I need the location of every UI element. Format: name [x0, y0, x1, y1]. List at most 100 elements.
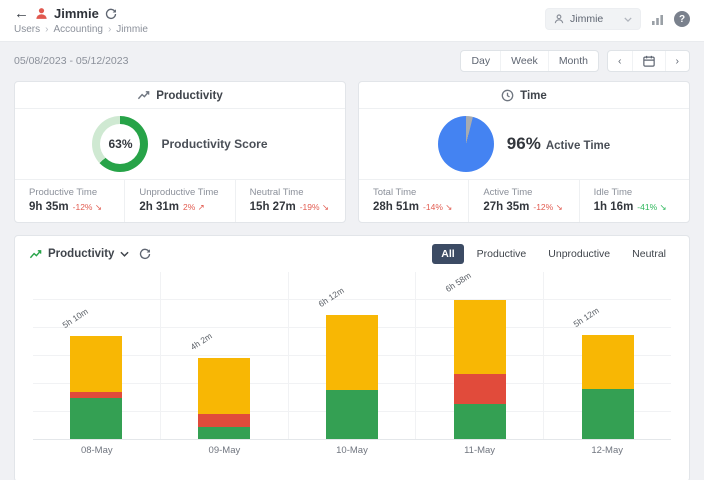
user-select[interactable]: Jimmie: [545, 8, 641, 30]
chevron-down-icon: [120, 251, 130, 257]
productivity-stats: Productive Time 9h 35m -12% ↘ Unproducti…: [15, 179, 345, 222]
stat-value: 28h 51m: [373, 201, 420, 213]
trend-arrow-icon: ↘: [555, 202, 563, 212]
bar-segment-productive[interactable]: [581, 389, 634, 439]
bar-total-label: 5h 10m: [60, 305, 90, 330]
chevron-down-icon: [624, 16, 632, 22]
next-date-button[interactable]: ›: [664, 51, 690, 71]
stat-delta: -12% ↘: [72, 202, 102, 212]
bar-total-label: 6h 58m: [443, 269, 474, 294]
stat-delta: -41% ↘: [637, 202, 667, 212]
chart-column: 4h 2m: [159, 272, 288, 439]
trend-up-icon: [29, 249, 42, 258]
view-switcher: Day Week Month: [460, 50, 599, 72]
chart-column: 5h 10m: [33, 272, 160, 439]
bar-segment-neutral[interactable]: [198, 358, 251, 414]
bar-total-label: 6h 12m: [316, 285, 346, 309]
stacked-bar-09-may[interactable]: [198, 358, 251, 439]
refresh-icon[interactable]: [105, 8, 117, 20]
stat-delta: -19% ↘: [299, 202, 330, 212]
stat-value: 2h 31m: [139, 201, 179, 213]
breadcrumb-accounting[interactable]: Accounting: [53, 24, 102, 35]
x-axis-label: 10-May: [336, 445, 368, 456]
date-toolbar: 05/08/2023 - 05/12/2023 Day Week Month ‹…: [14, 50, 690, 72]
activity-chart-icon[interactable]: [651, 13, 664, 26]
trend-arrow-icon: ↘: [321, 202, 330, 212]
trend-arrow-icon: ↘: [94, 202, 102, 212]
chart-metric-select[interactable]: Productivity: [29, 248, 130, 261]
help-icon[interactable]: ?: [674, 11, 690, 27]
stat-value: 27h 35m: [483, 201, 530, 213]
breadcrumb-users[interactable]: Users: [14, 24, 40, 35]
trend-arrow-icon: ↗: [197, 202, 205, 212]
tab-all[interactable]: All: [432, 244, 464, 264]
stat-value: 15h 27m: [249, 201, 296, 213]
stacked-bar-11-may[interactable]: [453, 299, 506, 439]
bar-segment-neutral[interactable]: [70, 335, 123, 392]
bar-segment-unproductive[interactable]: [198, 414, 251, 427]
stat-total-time: Total Time 28h 51m -14% ↘: [359, 180, 468, 222]
chart-column: 6h 58m: [415, 269, 543, 439]
chart-refresh-icon[interactable]: [139, 248, 151, 260]
bar-segment-productive[interactable]: [70, 398, 123, 439]
view-week-button[interactable]: Week: [500, 51, 548, 71]
user-select-value: Jimmie: [570, 13, 604, 25]
bar-total-label: 4h 2m: [188, 331, 214, 353]
stat-label: Unproductive Time: [139, 187, 219, 198]
x-axis-label: 12-May: [591, 445, 624, 456]
bar-segment-unproductive[interactable]: [453, 374, 506, 404]
stat-delta: -14% ↘: [423, 202, 453, 212]
breadcrumb-jimmie[interactable]: Jimmie: [116, 24, 148, 35]
stat-neutral-time: Neutral Time 15h 27m -19% ↘: [234, 180, 345, 222]
main-content: 05/08/2023 - 05/12/2023 Day Week Month ‹…: [0, 42, 704, 480]
bar-segment-productive[interactable]: [453, 404, 506, 439]
bar-segment-neutral[interactable]: [453, 299, 506, 374]
breadcrumb-separator: ›: [107, 24, 112, 35]
stat-value: 9h 35m: [29, 201, 69, 213]
back-icon[interactable]: ←: [14, 6, 29, 21]
trend-arrow-icon: ↘: [445, 202, 453, 212]
stacked-bar-12-may[interactable]: [581, 335, 634, 439]
chart-filter-tabs: All Productive Unproductive Neutral: [432, 244, 675, 264]
bar-segment-neutral[interactable]: [325, 315, 378, 390]
stacked-bar-08-may[interactable]: [70, 335, 123, 439]
breadcrumb-separator: ›: [45, 24, 49, 35]
active-time-label: Active Time: [545, 140, 611, 152]
trend-up-icon: [138, 91, 150, 100]
bar-segment-productive[interactable]: [325, 390, 378, 439]
active-time-percent: 96%: [506, 134, 541, 153]
stat-delta: 2% ↗: [182, 202, 205, 212]
chart-column: 6h 12m: [287, 272, 416, 439]
x-axis-label: 08-May: [80, 445, 113, 456]
tab-neutral[interactable]: Neutral: [623, 244, 675, 264]
bar-total-label: 5h 12m: [571, 305, 601, 329]
chart-plot: 5h 10m 4h 2m 6h 12m 6h 58m 5h 12m: [33, 269, 671, 440]
tab-unproductive[interactable]: Unproductive: [539, 244, 619, 264]
stat-value: 1h 16m: [593, 201, 634, 213]
productivity-chart-card: Productivity All Productive Unproductive…: [14, 235, 690, 480]
productivity-score-label: Productivity Score: [161, 137, 268, 151]
chart-column: 5h 12m: [543, 272, 671, 439]
chart-metric-label: Productivity: [48, 248, 115, 260]
bar-segment-neutral[interactable]: [581, 335, 634, 389]
tab-productive[interactable]: Productive: [468, 244, 536, 264]
view-month-button[interactable]: Month: [547, 51, 598, 71]
productivity-donut: 63%: [92, 116, 149, 172]
prev-date-button[interactable]: ‹: [608, 51, 632, 71]
stat-idle-time: Idle Time 1h 16m -41% ↘: [578, 180, 689, 222]
bar-segment-productive[interactable]: [198, 427, 251, 439]
page-title: Jimmie: [54, 6, 99, 21]
time-stats: Total Time 28h 51m -14% ↘ Active Time 27…: [359, 179, 689, 222]
stacked-bar-10-may[interactable]: [325, 315, 378, 439]
productivity-card-title: Productivity: [156, 89, 223, 102]
date-pager: ‹ ›: [607, 50, 690, 72]
top-bar: ← Jimmie Users › Accounting › Jimmie Jim…: [0, 0, 704, 42]
x-axis-label: 09-May: [208, 445, 241, 456]
view-day-button[interactable]: Day: [461, 51, 500, 71]
active-time-pie: [437, 116, 494, 172]
calendar-button[interactable]: [631, 51, 665, 71]
x-axis-label: 11-May: [464, 445, 496, 456]
trend-arrow-icon: ↘: [659, 202, 667, 212]
stat-label: Neutral Time: [249, 187, 304, 198]
productivity-card: Productivity 63% Productivity Score Prod…: [14, 81, 346, 223]
